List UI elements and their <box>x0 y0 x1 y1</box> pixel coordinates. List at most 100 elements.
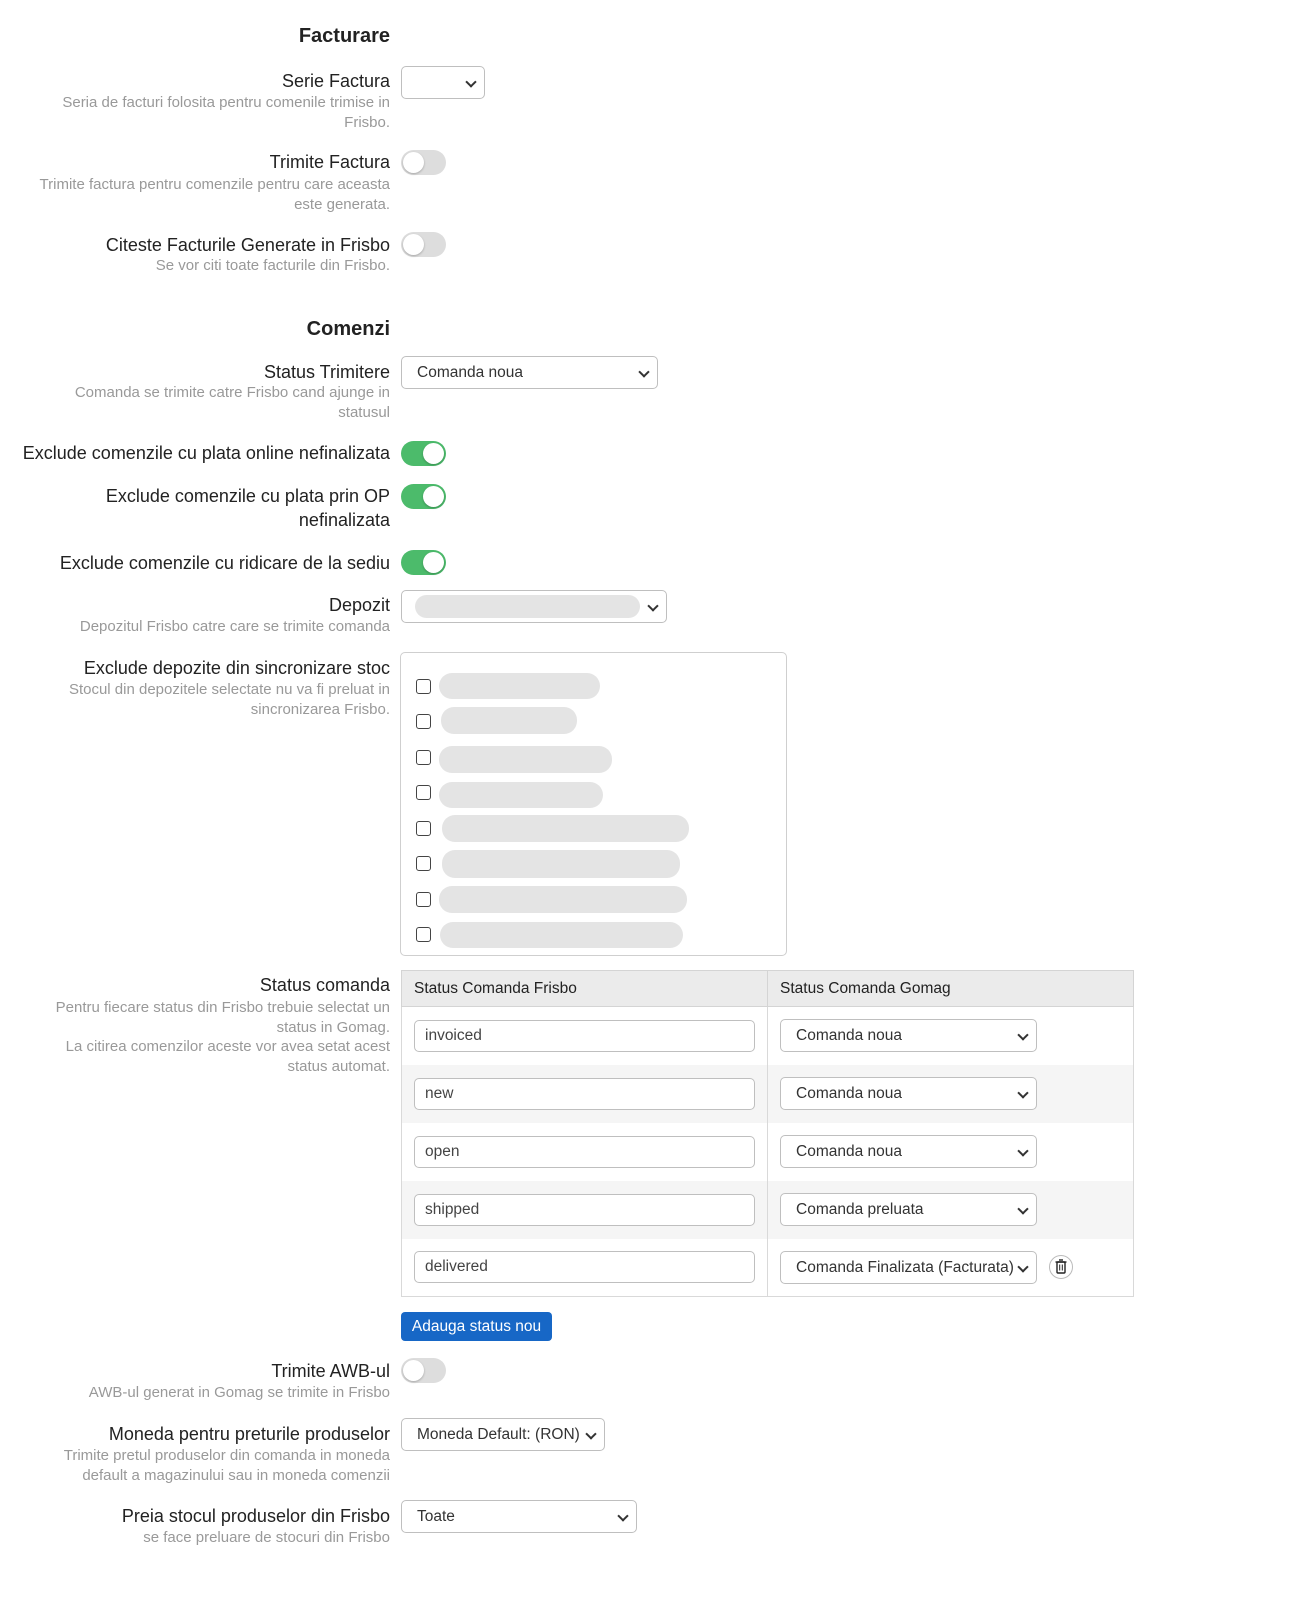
redacted-label <box>439 782 603 808</box>
status-mapping-table: Status Comanda Frisbo Status Comanda Gom… <box>401 970 1134 1297</box>
trimite-awb-label: Trimite AWB-ul <box>271 1361 390 1381</box>
chevron-down-icon <box>1017 1087 1029 1099</box>
redacted-label <box>439 673 600 699</box>
redacted-value <box>415 595 640 618</box>
status-comanda-help-2: La citirea comenzilor aceste vor avea se… <box>65 1038 390 1075</box>
chevron-down-icon <box>1017 1203 1029 1215</box>
col-header-gomag: Status Comanda Gomag <box>767 970 1134 1007</box>
chevron-down-icon <box>617 1510 629 1522</box>
exclude-online-label: Exclude comenzile cu plata online nefina… <box>22 443 390 463</box>
moneda-select[interactable]: Moneda Default: (RON) <box>401 1418 605 1451</box>
exclude-op-label: Exclude comenzile cu plata prin OP nefin… <box>105 486 390 530</box>
depozite-checkbox-list <box>400 652 787 956</box>
gomag-status-value: Comanda noua <box>796 1085 902 1102</box>
chevron-down-icon <box>647 600 659 612</box>
frisbo-status-input[interactable]: shipped <box>414 1193 755 1226</box>
trimite-awb-toggle[interactable] <box>401 1358 446 1383</box>
trimite-factura-label: Trimite Factura <box>269 152 390 172</box>
gomag-status-value: Comanda preluata <box>796 1201 924 1218</box>
table-row: new Comanda noua <box>401 1064 1134 1123</box>
depozit-checkbox[interactable] <box>416 892 431 907</box>
depozit-checkbox[interactable] <box>416 679 431 694</box>
status-trimitere-select[interactable]: Comanda noua <box>401 356 658 389</box>
exclude-depozite-label: Exclude depozite din sincronizare stoc <box>83 658 390 678</box>
table-row: shipped Comanda preluata <box>401 1180 1134 1239</box>
citeste-facturi-toggle[interactable] <box>401 232 446 257</box>
chevron-down-icon <box>1017 1261 1029 1273</box>
gomag-status-select[interactable]: Comanda preluata <box>780 1193 1037 1226</box>
frisbo-status-input[interactable]: invoiced <box>414 1019 755 1052</box>
gomag-status-select[interactable]: Comanda noua <box>780 1077 1037 1110</box>
gomag-status-value: Comanda Finalizata (Facturata) <box>796 1258 1014 1276</box>
toggle-knob <box>403 152 424 173</box>
serie-factura-label: Serie Factura <box>281 71 390 91</box>
depozit-checkbox[interactable] <box>416 750 431 765</box>
depozit-checkbox[interactable] <box>416 714 431 729</box>
frisbo-status-input[interactable]: open <box>414 1135 755 1168</box>
chevron-down-icon <box>638 366 650 378</box>
toggle-knob <box>403 234 424 255</box>
status-comanda-help-1: Pentru fiecare status din Frisbo trebuie… <box>55 999 390 1036</box>
trimite-factura-toggle[interactable] <box>401 150 446 175</box>
serie-factura-select[interactable] <box>401 66 485 99</box>
toggle-knob <box>423 443 444 464</box>
toggle-knob <box>423 486 444 507</box>
redacted-label <box>440 922 683 948</box>
citeste-facturi-help: Se vor citi toate facturile din Frisbo. <box>155 257 390 274</box>
moneda-help: Trimite pretul produselor din comanda in… <box>63 1447 390 1484</box>
col-header-frisbo: Status Comanda Frisbo <box>401 970 768 1007</box>
status-comanda-label: Status comanda <box>259 975 390 995</box>
chevron-down-icon <box>1017 1145 1029 1157</box>
table-row: open Comanda noua <box>401 1122 1134 1181</box>
table-row: invoiced Comanda noua <box>401 1006 1134 1065</box>
gomag-status-value: Comanda noua <box>796 1027 902 1045</box>
depozit-label: Depozit <box>328 595 390 615</box>
toggle-knob <box>423 552 444 573</box>
gomag-status-select[interactable]: Comanda noua <box>780 1135 1037 1168</box>
depozit-checkbox[interactable] <box>416 856 431 871</box>
gomag-status-value: Comanda noua <box>796 1143 902 1160</box>
redacted-label <box>439 886 687 913</box>
delete-row-button[interactable] <box>1049 1255 1074 1280</box>
preia-stoc-help: se face preluare de stocuri din Frisbo <box>143 1529 390 1546</box>
trash-icon <box>1055 1259 1067 1274</box>
status-trimitere-value: Comanda noua <box>417 364 523 381</box>
redacted-label <box>442 815 689 842</box>
status-trimitere-label: Status Trimitere <box>263 362 390 382</box>
redacted-label <box>442 850 680 878</box>
frisbo-status-input[interactable]: delivered <box>414 1251 755 1284</box>
trimite-factura-help: Trimite factura pentru comenzile pentru … <box>39 176 390 213</box>
redacted-label <box>439 746 612 773</box>
depozit-help: Depozitul Frisbo catre care se trimite c… <box>79 618 390 635</box>
exclude-sediu-toggle[interactable] <box>401 550 446 575</box>
citeste-facturi-label: Citeste Facturile Generate in Frisbo <box>105 235 390 255</box>
depozit-checkbox[interactable] <box>416 785 431 800</box>
depozit-checkbox[interactable] <box>416 927 431 942</box>
add-status-button[interactable]: Adauga status nou <box>401 1312 552 1341</box>
depozit-checkbox[interactable] <box>416 821 431 836</box>
chevron-down-icon <box>585 1428 597 1440</box>
preia-stoc-select[interactable]: Toate <box>401 1500 637 1533</box>
gomag-status-select[interactable]: Comanda Finalizata (Facturata) <box>780 1250 1037 1284</box>
moneda-label: Moneda pentru preturile produselor <box>108 1424 390 1444</box>
depozit-select[interactable] <box>401 590 667 623</box>
trimite-awb-help: AWB-ul generat in Gomag se trimite in Fr… <box>88 1384 390 1401</box>
toggle-knob <box>403 1360 424 1381</box>
exclude-op-toggle[interactable] <box>401 484 446 509</box>
moneda-value: Moneda Default: (RON) <box>417 1426 580 1443</box>
exclude-online-toggle[interactable] <box>401 441 446 466</box>
status-trimitere-help: Comanda se trimite catre Frisbo cand aju… <box>74 384 390 421</box>
section-title-facturare: Facturare <box>298 25 390 47</box>
gomag-status-select[interactable]: Comanda noua <box>780 1019 1037 1053</box>
table-row: delivered Comanda Finalizata (Facturata) <box>401 1238 1134 1297</box>
preia-stoc-label: Preia stocul produselor din Frisbo <box>121 1506 390 1526</box>
frisbo-status-input[interactable]: new <box>414 1077 755 1110</box>
redacted-label <box>441 707 577 734</box>
chevron-down-icon <box>1017 1029 1029 1041</box>
preia-stoc-value: Toate <box>417 1508 455 1525</box>
exclude-sediu-label: Exclude comenzile cu ridicare de la sedi… <box>59 553 390 573</box>
section-title-comenzi: Comenzi <box>306 318 390 340</box>
exclude-depozite-help: Stocul din depozitele selectate nu va fi… <box>68 681 390 718</box>
serie-factura-help: Seria de facturi folosita pentru comenil… <box>62 94 390 131</box>
chevron-down-icon <box>465 76 477 88</box>
